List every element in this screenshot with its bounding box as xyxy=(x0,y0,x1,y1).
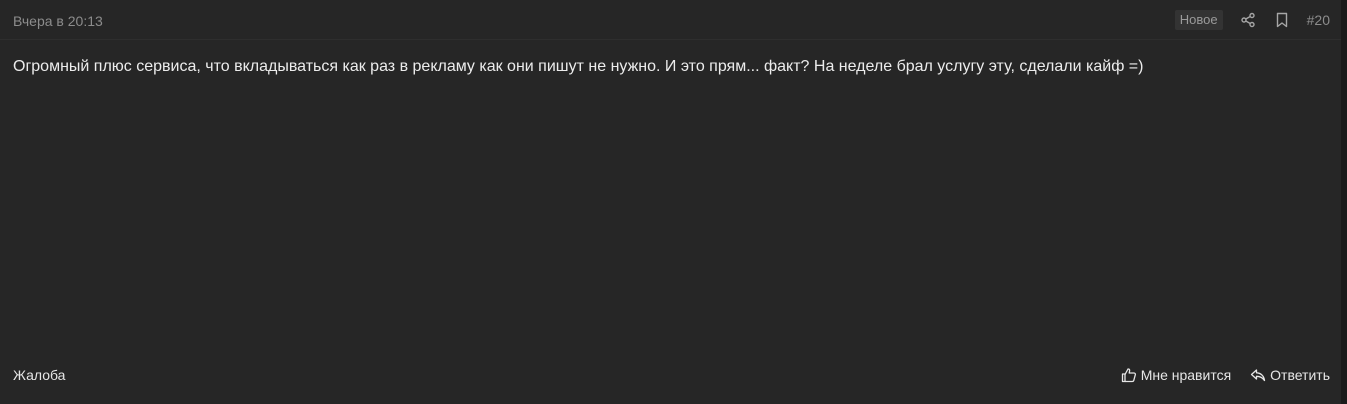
post-footer: Жалоба Мне нравится Ответить xyxy=(0,362,1341,388)
reply-label: Ответить xyxy=(1270,367,1330,383)
post-number-link[interactable]: #20 xyxy=(1307,10,1330,30)
post-message: Огромный плюс сервиса, что вкладываться … xyxy=(13,58,1144,75)
scrollbar-track[interactable] xyxy=(1341,0,1347,404)
bookmark-icon xyxy=(1276,12,1287,28)
thumbs-up-icon xyxy=(1121,368,1136,383)
post-header-actions: Новое #20 xyxy=(1174,9,1330,31)
report-link[interactable]: Жалоба xyxy=(13,366,65,384)
reply-arrow-icon xyxy=(1251,369,1266,382)
post-date: Вчера в 20:13 xyxy=(13,13,103,29)
share-button[interactable] xyxy=(1237,9,1259,31)
new-badge: Новое xyxy=(1174,10,1223,30)
forum-post: Вчера в 20:13 Новое #20 Огромный плюс се… xyxy=(0,0,1341,404)
reply-button[interactable]: Ответить xyxy=(1250,366,1330,384)
share-icon xyxy=(1240,12,1255,28)
like-button[interactable]: Мне нравится xyxy=(1121,366,1231,384)
bookmark-button[interactable] xyxy=(1271,9,1293,31)
post-header: Вчера в 20:13 Новое #20 xyxy=(0,0,1341,40)
like-label: Мне нравится xyxy=(1140,367,1232,383)
post-footer-actions: Мне нравится Ответить xyxy=(1121,364,1330,386)
